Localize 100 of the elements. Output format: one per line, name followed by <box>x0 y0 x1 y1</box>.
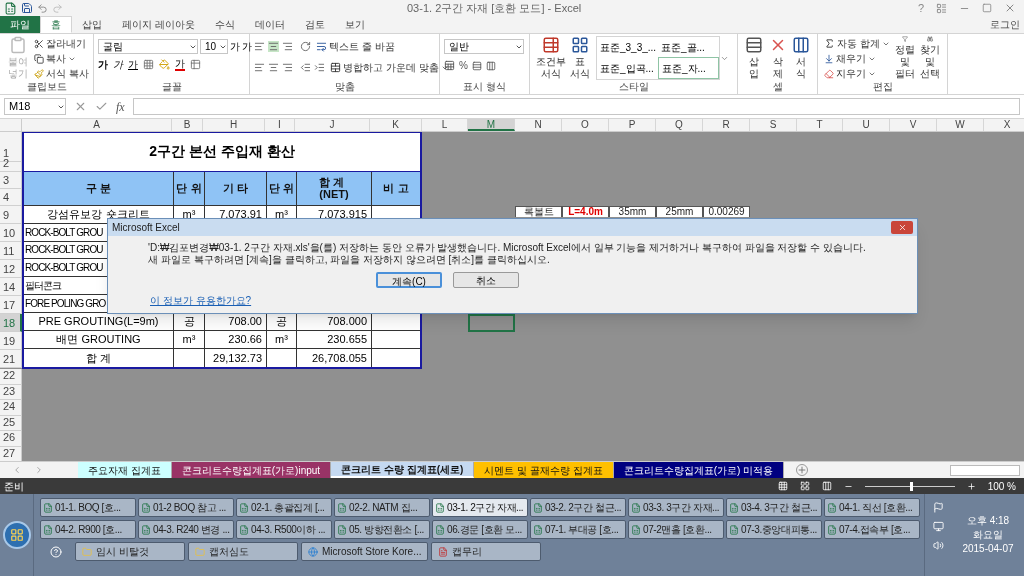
close-button[interactable] <box>891 221 913 234</box>
sheet-tab[interactable]: 시멘트 및 골재수량 집계표 <box>474 462 614 478</box>
row-header[interactable]: 18 <box>0 314 22 332</box>
row-header[interactable]: 21 <box>0 350 22 368</box>
column-header[interactable]: A <box>22 119 172 131</box>
align-left-icon[interactable] <box>254 62 265 73</box>
zoom-in-icon[interactable] <box>966 481 976 491</box>
wrap-text-button[interactable]: 텍스트 줄 바꿈 <box>314 38 397 55</box>
delete-button[interactable]: 삭제 <box>765 36 790 80</box>
undo-icon[interactable] <box>37 2 48 14</box>
clear-button[interactable]: 지우기 <box>822 66 892 81</box>
fill-color-icon[interactable] <box>159 59 170 70</box>
maximize-icon[interactable] <box>982 3 992 13</box>
align-middle-icon[interactable] <box>268 41 279 52</box>
horizontal-scrollbar[interactable] <box>950 464 1020 476</box>
start-button[interactable] <box>2 521 31 549</box>
sheet-tab[interactable]: 콘크리트수량집계표(가로)input <box>171 462 332 478</box>
taskbar-window[interactable]: 05. 방향전환소 [... <box>334 520 430 539</box>
taskbar-window[interactable]: 임시 비탈것 <box>75 542 185 561</box>
column-header[interactable]: J <box>295 119 370 131</box>
column-header[interactable]: V <box>890 119 937 131</box>
row-header[interactable]: 3 <box>0 172 22 189</box>
column-header[interactable]: I <box>265 119 295 131</box>
column-header[interactable]: U <box>843 119 890 131</box>
align-center-icon[interactable] <box>268 62 279 73</box>
style-item[interactable]: 표준_자... <box>658 57 719 79</box>
align-right-icon[interactable] <box>282 62 293 73</box>
sign-in-link[interactable]: 로그인 <box>990 17 1024 32</box>
row-header[interactable]: 19 <box>0 332 22 350</box>
taskbar-window[interactable]: 캡처심도 <box>188 542 298 561</box>
column-header[interactable]: N <box>515 119 562 131</box>
merge-center-button[interactable]: 병합하고 가운데 맞춤 <box>328 59 451 76</box>
fill-button[interactable]: 채우기 <box>822 51 892 66</box>
bold-button[interactable]: 가 <box>98 57 108 72</box>
conditional-format-button[interactable]: 조건부 서식 <box>534 36 568 80</box>
orientation-icon[interactable] <box>300 41 311 52</box>
ribbon-tab[interactable]: 수식 <box>204 16 245 33</box>
column-header[interactable]: H <box>203 119 265 131</box>
column-header[interactable]: S <box>750 119 797 131</box>
insert-function-button[interactable]: fx <box>116 97 125 116</box>
taskbar-window[interactable]: 07-3.중앙대피통... <box>726 520 822 539</box>
sheet-tab[interactable]: 주요자재 집계표 <box>78 462 172 478</box>
page-layout-icon[interactable] <box>799 481 810 491</box>
taskbar-window[interactable]: 07-2맨홀 [호환... <box>628 520 724 539</box>
volume-icon[interactable] <box>933 540 944 551</box>
enter-icon[interactable] <box>95 100 108 113</box>
formula-field[interactable] <box>132 98 1020 115</box>
sheet-tab[interactable]: 콘크리트수량집계표(가로) 미적용 <box>613 462 785 478</box>
taskbar-window[interactable]: 01-1. BOQ [호... <box>40 498 136 517</box>
taskbar-window[interactable]: 07-1. 부대공 [호... <box>530 520 626 539</box>
column-header[interactable]: W <box>937 119 984 131</box>
sort-filter-button[interactable]: 정렬 및 필터 <box>891 36 918 80</box>
ribbon-tab[interactable]: 페이지 레이아웃 <box>112 16 205 33</box>
ribbon-tab[interactable]: 데이터 <box>244 16 295 33</box>
grow-font-button[interactable]: 가 <box>230 39 240 54</box>
close-icon[interactable] <box>1004 2 1016 14</box>
row-header[interactable]: 9 <box>0 206 22 224</box>
selected-cell[interactable] <box>468 314 515 332</box>
find-select-button[interactable]: 찾기 및 선택 <box>917 36 943 80</box>
taskbar-window[interactable]: 02-2. NATM 집... <box>334 498 430 517</box>
row-header[interactable]: 10 <box>0 224 22 242</box>
autosum-button[interactable]: 자동 합계 <box>822 36 892 51</box>
row-header[interactable]: 24 <box>0 400 22 416</box>
taskbar-window[interactable]: 04-3. R500이하 ... <box>236 520 332 539</box>
column-header[interactable]: X <box>984 119 1024 131</box>
copy-button[interactable]: 복사 <box>32 51 91 66</box>
dialog-button[interactable]: 계속(C) <box>376 272 442 288</box>
row-header[interactable]: 14 <box>0 278 22 296</box>
indent-increase-icon[interactable] <box>314 62 325 73</box>
taskbar-window[interactable]: 01-2 BOQ 참고 ... <box>138 498 234 517</box>
taskbar-window[interactable]: 03-3. 3구간 자재... <box>628 498 724 517</box>
percent-button[interactable]: % <box>459 58 468 73</box>
style-item[interactable]: 표준_골... <box>658 37 719 57</box>
row-header[interactable]: 26 <box>0 431 22 447</box>
column-header[interactable]: P <box>609 119 656 131</box>
taskbar-window[interactable]: 07-4.접속부 [호... <box>824 520 920 539</box>
underline-button[interactable]: 가 <box>128 57 138 72</box>
column-header[interactable]: K <box>370 119 422 131</box>
column-header[interactable]: T <box>797 119 843 131</box>
style-item[interactable]: 표준_입곡... <box>597 57 658 79</box>
ribbon-tab[interactable]: 홈 <box>40 16 72 33</box>
save-icon[interactable] <box>21 2 33 14</box>
taskbar-window[interactable]: 03-2. 2구간 철근... <box>530 498 626 517</box>
row-header[interactable]: 22 <box>0 369 22 385</box>
border-icon[interactable] <box>143 59 154 70</box>
name-box[interactable]: M18 <box>4 98 66 115</box>
normal-view-icon[interactable] <box>777 481 788 491</box>
taskbar-window[interactable]: 03-1. 2구간 자재... <box>432 498 528 517</box>
taskbar-window[interactable]: 04-3. R240 변경 ... <box>138 520 234 539</box>
page-break-icon[interactable] <box>821 481 832 491</box>
format-button[interactable]: 서식 <box>789 36 813 80</box>
column-header[interactable]: B <box>172 119 203 131</box>
taskbar-window[interactable]: 03-4. 3구간 철근... <box>726 498 822 517</box>
number-format-field[interactable]: 일반 <box>444 39 524 54</box>
ribbon-tab[interactable]: 삽입 <box>72 16 112 33</box>
row-header[interactable]: 4 <box>0 189 22 206</box>
taskbar-window[interactable]: 04-1. 직선 [호환... <box>824 498 920 517</box>
format-painter-button[interactable]: 서식 복사 <box>32 66 91 81</box>
indent-decrease-icon[interactable] <box>300 62 311 73</box>
shrink-font-button[interactable]: 가 <box>242 39 252 54</box>
